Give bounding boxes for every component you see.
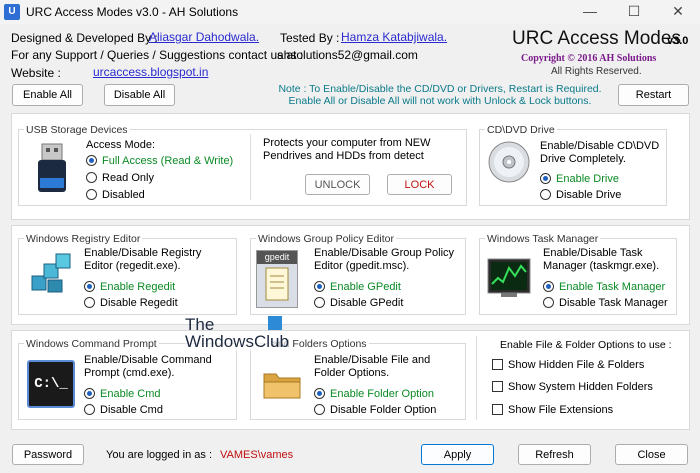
show-file-extensions-checkbox[interactable]: Show File Extensions bbox=[492, 403, 613, 418]
gpedit-group-title: Windows Group Policy Editor bbox=[256, 233, 396, 245]
watermark-logo-icon bbox=[268, 316, 282, 330]
disable-taskmgr-radio[interactable]: Disable Task Manager bbox=[543, 296, 668, 311]
usb-protect-text: Protects your computer from NEW Pendrive… bbox=[263, 137, 431, 162]
cmd-icon: C:\_ bbox=[27, 360, 75, 408]
cmd-desc: Enable/Disable Command Prompt (cmd.exe). bbox=[84, 354, 212, 379]
logged-in-user: VAMES\vames bbox=[220, 449, 294, 461]
access-mode-label: Access Mode: bbox=[86, 139, 156, 151]
password-button[interactable]: Password bbox=[12, 444, 84, 465]
website-link[interactable]: urcaccess.blogspot.in bbox=[93, 65, 208, 79]
registry-desc: Enable/Disable Registry Editor (regedit.… bbox=[84, 247, 202, 272]
unlock-button[interactable]: UNLOCK bbox=[305, 174, 370, 195]
gpedit-icon: gpedit bbox=[256, 250, 298, 308]
cddvd-group-title: CD\DVD Drive bbox=[485, 124, 557, 136]
disable-cmd-radio[interactable]: Disable Cmd bbox=[84, 403, 163, 418]
enable-drive-radio[interactable]: Enable Drive bbox=[540, 172, 619, 187]
registry-group-title: Windows Registry Editor bbox=[24, 233, 143, 245]
fileopts-divider bbox=[476, 336, 477, 420]
folder-icon bbox=[262, 364, 302, 404]
app-name: URC Access Modes bbox=[512, 28, 681, 49]
cddvd-desc: Enable/Disable CD\DVD Drive Completely. bbox=[540, 140, 660, 165]
rights: All Rights Reserved. bbox=[551, 66, 642, 77]
usb-group-title: USB Storage Devices bbox=[24, 124, 130, 136]
enable-cmd-radio[interactable]: Enable Cmd bbox=[84, 387, 161, 402]
designer-link[interactable]: Aliasgar Dahodwala. bbox=[149, 30, 259, 44]
regedit-icon bbox=[28, 250, 74, 296]
enable-all-button[interactable]: Enable All bbox=[12, 84, 83, 106]
enable-regedit-radio[interactable]: Enable Regedit bbox=[84, 280, 175, 295]
gpedit-icon-label: gpedit bbox=[257, 251, 297, 264]
folderopts-desc: Enable/Disable File and Folder Options. bbox=[314, 354, 431, 379]
apply-button[interactable]: Apply bbox=[421, 444, 494, 465]
app-icon: U bbox=[4, 4, 20, 20]
fileopts-title: Enable File & Folder Options to use : bbox=[500, 339, 672, 351]
window-title: URC Access Modes v3.0 - AH Solutions bbox=[26, 5, 239, 19]
watermark-line-2: WindowsClub bbox=[185, 332, 289, 351]
support-email: ahsolutions52@gmail.com bbox=[277, 48, 418, 62]
website-label: Website : bbox=[11, 66, 61, 80]
usb-read-only-radio[interactable]: Read Only bbox=[86, 171, 154, 186]
usb-drive-icon bbox=[34, 142, 70, 194]
usb-divider bbox=[250, 134, 251, 200]
restart-button[interactable]: Restart bbox=[618, 84, 689, 106]
title-bar: U URC Access Modes v3.0 - AH Solutions —… bbox=[0, 0, 700, 24]
designed-label: Designed & Developed By : bbox=[11, 31, 158, 45]
disable-gpedit-radio[interactable]: Disable GPedit bbox=[314, 296, 403, 311]
close-window-button[interactable]: ✕ bbox=[656, 0, 700, 24]
usb-full-access-radio[interactable]: Full Access (Read & Write) bbox=[86, 154, 233, 169]
lock-button[interactable]: LOCK bbox=[387, 174, 452, 195]
gpedit-doc-icon bbox=[265, 267, 289, 301]
taskmgr-desc: Enable/Disable Task Manager (taskmgr.exe… bbox=[543, 247, 660, 272]
tested-label: Tested By : bbox=[280, 31, 340, 45]
disable-folder-option-radio[interactable]: Disable Folder Option bbox=[314, 403, 436, 418]
note-line-2: Enable All or Disable All will not work … bbox=[288, 95, 592, 107]
support-label: For any Support / Queries / Suggestions … bbox=[11, 48, 304, 62]
enable-gpedit-radio[interactable]: Enable GPedit bbox=[314, 280, 401, 295]
refresh-button[interactable]: Refresh bbox=[518, 444, 591, 465]
disable-all-button[interactable]: Disable All bbox=[104, 84, 175, 106]
copyright: Copyright © 2016 AH Solutions bbox=[521, 53, 657, 64]
close-button[interactable]: Close bbox=[615, 444, 688, 465]
disable-regedit-radio[interactable]: Disable Regedit bbox=[84, 296, 178, 311]
cmd-group-title: Windows Command Prompt bbox=[24, 338, 159, 350]
maximize-button[interactable]: ☐ bbox=[612, 0, 656, 24]
enable-folder-option-radio[interactable]: Enable Folder Option bbox=[314, 387, 434, 402]
tester-link[interactable]: Hamza Katabjiwala. bbox=[341, 30, 447, 44]
minimize-button[interactable]: — bbox=[568, 0, 612, 24]
disable-drive-radio[interactable]: Disable Drive bbox=[540, 188, 621, 203]
taskmgr-icon bbox=[487, 258, 531, 298]
logged-in-label: You are logged in as : bbox=[106, 449, 213, 461]
taskmgr-group-title: Windows Task Manager bbox=[485, 233, 601, 245]
usb-disabled-radio[interactable]: Disabled bbox=[86, 188, 145, 203]
show-hidden-files-checkbox[interactable]: Show Hidden File & Folders bbox=[492, 358, 644, 373]
gpedit-desc: Enable/Disable Group Policy Editor (gped… bbox=[314, 247, 455, 272]
disc-icon bbox=[487, 140, 531, 184]
enable-taskmgr-radio[interactable]: Enable Task Manager bbox=[543, 280, 665, 295]
show-system-hidden-checkbox[interactable]: Show System Hidden Folders bbox=[492, 380, 653, 395]
app-version: v3.0 bbox=[667, 35, 689, 47]
